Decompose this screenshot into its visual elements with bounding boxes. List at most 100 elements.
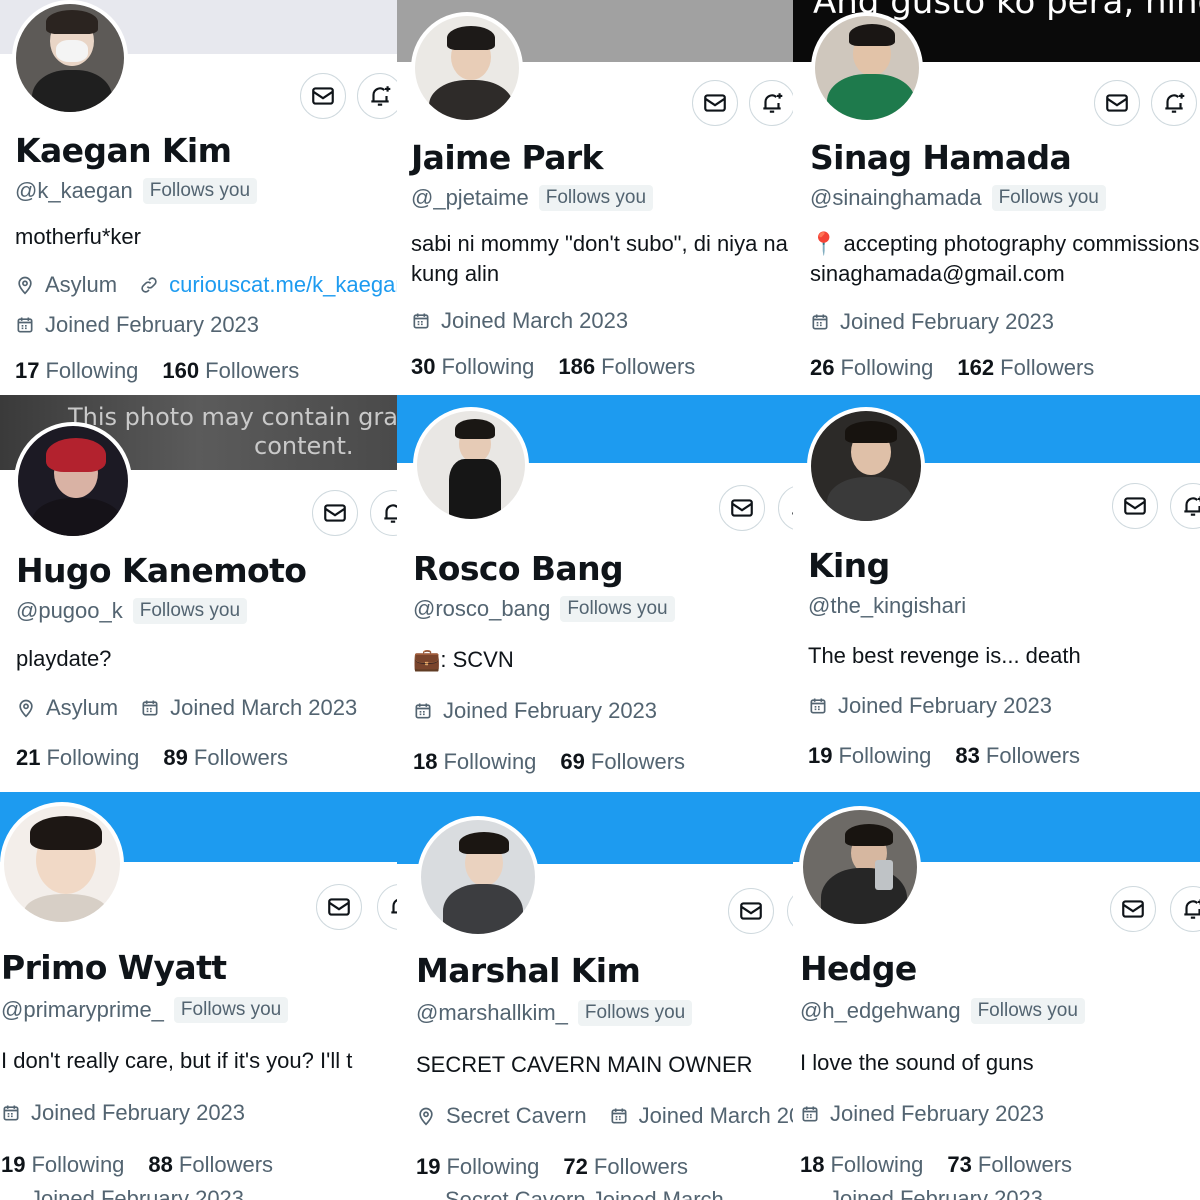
followers-stat[interactable]: 160 Followers [162,358,299,384]
follows-you-badge: Follows you [132,598,248,624]
display-name: Jaime Park [411,138,604,177]
following-stat[interactable]: 19 Following [1,1152,124,1178]
avatar[interactable] [413,407,529,523]
bio-line-2: kung alin [411,261,500,286]
notify-button[interactable] [357,73,397,119]
following-stat[interactable]: 17 Following [15,358,138,384]
followers-stat[interactable]: 89 Followers [163,745,288,771]
profile-card-primo: Primo Wyatt @primaryprime_ Follows you I… [0,792,397,1200]
message-button[interactable] [312,490,358,536]
username[interactable]: @pugoo_k [16,598,123,624]
joined: Joined March 2023 [609,1103,793,1129]
notify-button[interactable] [370,490,397,536]
following-stat[interactable]: 19 Following [416,1154,539,1180]
bio-line-1: 📍 accepting photography commissions [810,231,1200,256]
bio-line-1: sabi ni mommy "don't subo", di niya na [411,231,788,256]
notify-button[interactable] [1170,886,1200,932]
display-name: Sinag Hamada [810,138,1072,177]
message-button[interactable] [300,73,346,119]
bio: 💼: SCVN [413,647,514,672]
following-stat[interactable]: 19 Following [808,743,931,769]
joined-row: Joined February 2023 [810,309,1076,335]
following-stat[interactable]: 18 Following [413,749,536,775]
bell-plus-icon [763,93,783,113]
avatar[interactable] [14,422,132,540]
map-pin-icon [18,276,32,295]
follow-stats: 19 Following 72 Followers [416,1154,712,1180]
handle-row: @rosco_bang Follows you [413,596,675,622]
bio: SECRET CAVERN MAIN OWNER [416,1052,753,1077]
map-pin-icon [419,1107,433,1126]
followers-stat[interactable]: 83 Followers [955,743,1080,769]
message-button[interactable] [719,485,765,531]
calendar-icon [3,1105,19,1121]
envelope-icon [1124,497,1146,515]
link-icon [141,277,157,293]
follows-you-badge: Follows you [538,185,654,211]
follows-you-badge: Follows you [991,185,1106,211]
followers-stat[interactable]: 73 Followers [947,1152,1072,1178]
envelope-icon [1106,94,1128,112]
followers-stat[interactable]: 186 Followers [558,354,695,380]
message-button[interactable] [692,80,738,126]
joined-row: Joined March 2023 [411,308,650,334]
display-name: Hedge [800,949,917,988]
follow-stats: 19 Following 83 Followers [808,743,1104,769]
notify-button[interactable] [377,884,397,930]
joined: Joined March 2023 [140,695,357,721]
avatar[interactable] [799,806,921,928]
following-stat[interactable]: 26 Following [810,355,933,381]
message-button[interactable] [1110,886,1156,932]
followers-stat[interactable]: 88 Followers [148,1152,273,1178]
avatar[interactable] [807,407,925,525]
following-stat[interactable]: 18 Following [800,1152,923,1178]
joined-row: Joined February 2023 [15,312,281,338]
display-name: King [808,546,890,585]
map-pin-icon [19,699,33,718]
website[interactable]: curiouscat.me/k_kaegan [139,272,397,298]
username[interactable]: @sinainghamada [810,185,982,211]
avatar[interactable] [0,802,124,926]
follow-stats: 30 Following 186 Followers [411,354,719,380]
username[interactable]: @the_kingishari [808,593,966,619]
message-button[interactable] [316,884,362,930]
avatar[interactable] [411,12,523,124]
notify-button[interactable] [1151,80,1197,126]
calendar-icon [802,1106,818,1122]
calendar-icon [812,314,828,330]
profile-card-marshal: Marshal Kim @marshallkim_ Follows you SE… [397,792,793,1200]
display-name: Kaegan Kim [15,131,232,170]
notify-button[interactable] [749,80,793,126]
avatar[interactable] [417,816,539,938]
followers-stat[interactable]: 162 Followers [957,355,1094,381]
profile-card-hugo: This photo may contain graphic content. … [0,395,397,792]
username[interactable]: @primaryprime_ [1,997,164,1023]
username[interactable]: @marshallkim_ [416,1000,568,1026]
notify-button[interactable] [778,485,793,531]
cut-off-row: Joined February 2023 [829,1186,1044,1200]
envelope-icon [324,504,346,522]
calendar-icon [810,698,826,714]
cut-off-row: Secret Cavern Joined March [445,1187,724,1200]
followers-stat[interactable]: 72 Followers [563,1154,688,1180]
bio: I love the sound of guns [800,1050,1034,1075]
profile-card-king: King @the_kingishari The best revenge is… [793,395,1200,792]
envelope-icon [328,898,350,916]
message-button[interactable] [1094,80,1140,126]
message-button[interactable] [1112,483,1158,529]
username[interactable]: @rosco_bang [413,596,550,622]
notify-button[interactable] [1170,483,1200,529]
joined-row: Joined February 2023 [1,1100,267,1126]
follow-stats: 26 Following 162 Followers [810,355,1118,381]
followers-stat[interactable]: 69 Followers [560,749,685,775]
cut-off-row: Joined February 2023 [30,1186,245,1200]
message-button[interactable] [728,888,774,934]
avatar[interactable] [12,0,128,116]
username[interactable]: @_pjetaime [411,185,529,211]
username[interactable]: @k_kaegan [15,178,133,204]
following-stat[interactable]: 30 Following [411,354,534,380]
follows-you-badge: Follows you [173,997,289,1023]
username[interactable]: @h_edgehwang [800,998,961,1024]
avatar[interactable] [811,12,923,124]
following-stat[interactable]: 21 Following [16,745,139,771]
